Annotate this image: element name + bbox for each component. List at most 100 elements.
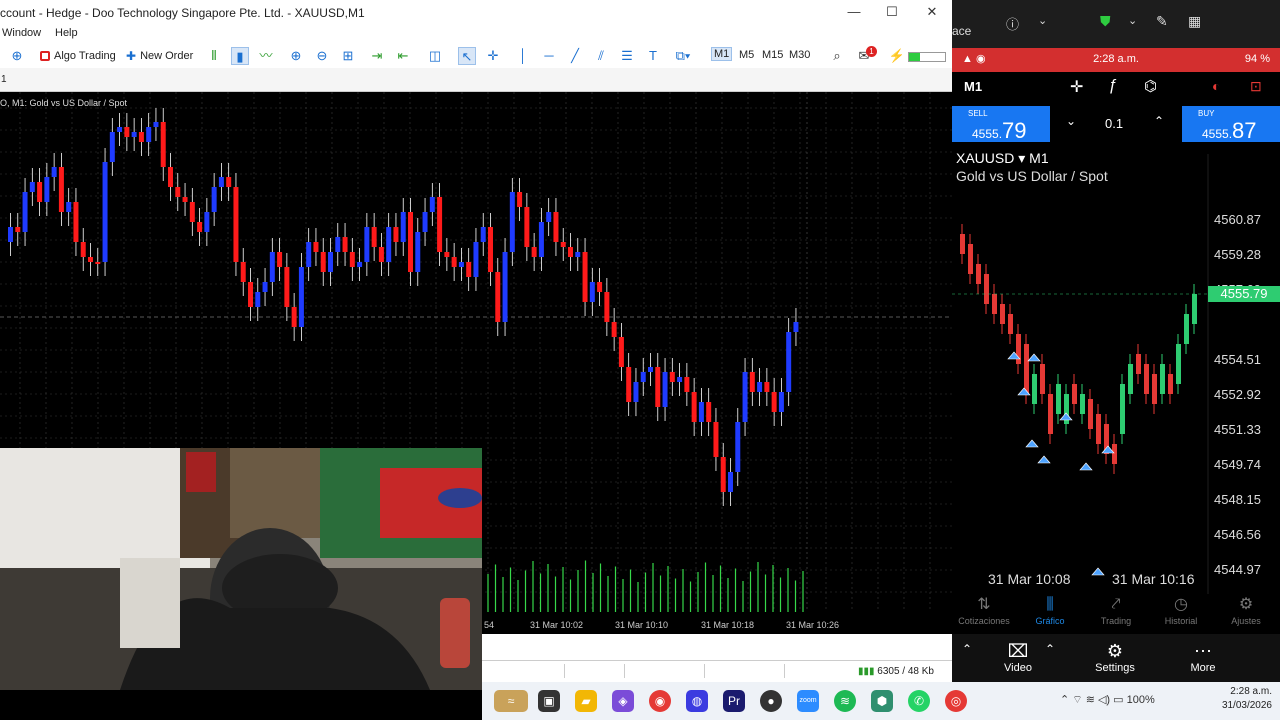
nav-ajustes[interactable]: ⚙ Ajustes (1214, 594, 1278, 626)
chevron-down-icon[interactable]: ⌄ (1038, 14, 1047, 27)
volume-down-icon[interactable]: ⌄ (1066, 114, 1076, 128)
cursor-icon[interactable]: ↖ (458, 47, 476, 65)
signal-icon[interactable]: ⚡ (888, 47, 906, 65)
candle-body (371, 227, 377, 247)
timeframe-m15[interactable]: M15 (762, 49, 783, 61)
chart-shift-icon[interactable]: ⇤ (394, 47, 412, 65)
objects-icon[interactable]: ⌬ (1144, 77, 1157, 95)
candle-body (1120, 384, 1125, 434)
grid-apps-icon[interactable]: ▦ (1188, 13, 1201, 30)
trade-arrow (1059, 412, 1073, 421)
trade-icon[interactable]: ⊡ (1250, 78, 1262, 95)
close-button[interactable]: ✕ (922, 4, 942, 22)
candle-body (618, 337, 624, 367)
system-tray[interactable]: ⌃ ⌔ ≋ ◁) ▭ 100% (1060, 693, 1155, 707)
nav-cotizaciones[interactable]: ⇅ Cotizaciones (952, 594, 1016, 626)
autoscroll-icon[interactable]: ⇥ (368, 47, 386, 65)
chrome-icon[interactable]: ◉ (649, 690, 671, 712)
timeframe-m30[interactable]: M30 (789, 49, 810, 61)
line-chart-icon[interactable]: 〰 (257, 47, 275, 65)
volume-up-icon[interactable]: ⌃ (1154, 114, 1164, 128)
window-title: ccount - Hedge - Doo Technology Singapor… (0, 6, 365, 20)
horizontal-line-icon[interactable]: ─ (540, 47, 558, 65)
chevron-up-icon[interactable]: ⌃ (962, 642, 972, 656)
grid-icon[interactable]: ⊞ (339, 47, 357, 65)
traffic-text: 6305 / 48 Kb (877, 666, 934, 677)
zoom-out-icon[interactable]: ⊖ (313, 47, 331, 65)
nav-historial[interactable]: ◷ Historial (1149, 594, 1213, 626)
chevron-down-icon[interactable]: ⌄ (1128, 14, 1137, 27)
price-level-label: 4560.87 (1214, 212, 1261, 227)
app-icon[interactable]: ◈ (612, 690, 634, 712)
fibonacci-icon[interactable]: ☰ (618, 47, 636, 65)
candle-body (524, 207, 530, 247)
bar-chart-icon[interactable]: ⫴ (205, 47, 223, 65)
minimize-button[interactable]: — (844, 4, 864, 22)
candle-body (182, 197, 188, 202)
new-order-button[interactable]: ✚ New Order (126, 46, 193, 66)
candle-body (575, 252, 581, 257)
function-icon[interactable]: ƒ (1108, 77, 1117, 95)
pen-icon[interactable]: ✎ (1156, 13, 1168, 30)
phone-timeframe[interactable]: M1 (964, 79, 982, 94)
algo-trading-button[interactable]: Algo Trading (40, 46, 116, 66)
video-button[interactable]: ⌧ Video (1002, 640, 1034, 674)
phone-symbol[interactable]: XAUUSD ▾ M1 (956, 150, 1049, 167)
candle-body (378, 247, 384, 262)
premiere-icon[interactable]: Pr (723, 690, 745, 712)
candle-body (298, 267, 304, 327)
metatrader-icon[interactable]: ⬢ (871, 690, 893, 712)
chevron-up-icon[interactable]: ⌃ (1045, 642, 1055, 656)
candle-body (1008, 314, 1013, 334)
nav-grafico[interactable]: ⫼ Gráfico (1018, 594, 1082, 626)
spotify-icon[interactable]: ≋ (834, 690, 856, 712)
candle-body (51, 167, 57, 177)
chart-tab[interactable]: 1 (1, 74, 7, 85)
zoom-in-icon[interactable]: ⊕ (287, 47, 305, 65)
task-view-icon[interactable]: ▣ (538, 690, 560, 712)
zoom-icon[interactable]: zoom (797, 690, 819, 712)
trade-arrow (1091, 567, 1105, 576)
buy-button[interactable]: BUY 4555.87 (1182, 106, 1280, 143)
shapes-icon[interactable]: ⧉▾ (670, 47, 696, 65)
candlestick-icon[interactable]: ▮ (231, 47, 249, 65)
menu-window[interactable]: Window (2, 27, 41, 39)
stop-icon (40, 51, 50, 61)
title-bar: ccount - Hedge - Doo Technology Singapor… (0, 0, 952, 26)
globe-icon[interactable]: ⊕ (8, 47, 26, 65)
crosshair-icon[interactable]: ✛ (1070, 77, 1083, 97)
whatsapp-icon[interactable]: ✆ (908, 690, 930, 712)
info-icon[interactable]: ⓘ (1006, 14, 1019, 33)
crosshair-icon[interactable]: ✛ (484, 47, 502, 65)
search-icon[interactable]: ⌕ (828, 47, 846, 65)
volume-value[interactable]: 0.1 (1105, 116, 1123, 131)
chrome-icon[interactable]: ◎ (945, 690, 967, 712)
phone-chart[interactable]: 4560.874559.284557.694554.514552.924551.… (952, 144, 1280, 614)
timeframe-m1[interactable]: M1 (711, 47, 733, 61)
candle-body (168, 167, 173, 187)
menu-help[interactable]: Help (55, 27, 78, 39)
more-button[interactable]: ⋯ More (1186, 640, 1220, 674)
timeframe-m5[interactable]: M5 (739, 49, 754, 61)
nav-label: Ajustes (1231, 616, 1261, 626)
clock[interactable]: 2:28 a.m. 31/03/2026 (1222, 685, 1272, 713)
nav-trading[interactable]: ⤤ Trading (1084, 594, 1148, 626)
screen: ccount - Hedge - Doo Technology Singapor… (0, 0, 1280, 720)
sell-button[interactable]: SELL 4555.79 (952, 106, 1050, 143)
maximize-button[interactable]: ☐ (882, 4, 902, 22)
shield-icon[interactable]: ⛊ (1100, 13, 1111, 30)
file-explorer-icon[interactable]: ▰ (575, 690, 597, 712)
screenshot-icon[interactable]: ◫ (426, 47, 444, 65)
settings-button[interactable]: ⚙ Settings (1092, 640, 1138, 674)
obs-icon[interactable]: ● (760, 690, 782, 712)
vertical-line-icon[interactable]: │ (514, 47, 532, 65)
app-icon[interactable]: ◍ (686, 690, 708, 712)
candle-body (1160, 364, 1165, 394)
channel-icon[interactable]: ⫽ (592, 47, 610, 65)
text-icon[interactable]: T (644, 47, 662, 65)
trend-line-icon[interactable]: ╱ (566, 47, 584, 65)
chart-time-label: 31 Mar 10:18 (701, 620, 755, 630)
candle-body (422, 212, 428, 232)
account-icon[interactable]: ◐ (1212, 78, 1220, 94)
taskbar-app-icon[interactable]: ≈ (494, 690, 528, 712)
